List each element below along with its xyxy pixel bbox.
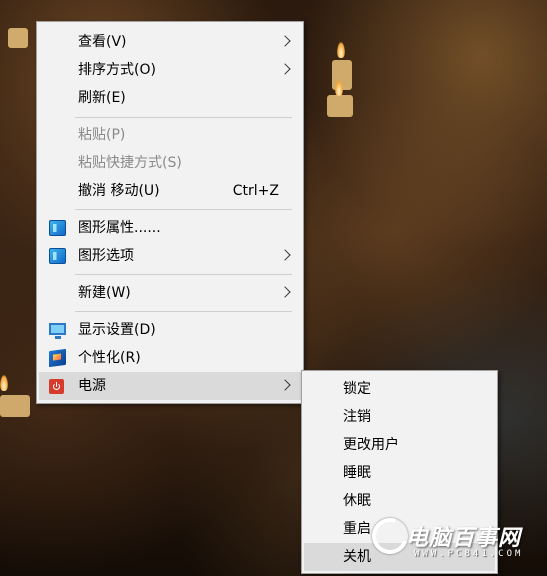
wallpaper-candle — [0, 395, 30, 417]
chevron-right-icon — [279, 379, 291, 391]
submenu-item-label: 注销 — [343, 409, 371, 425]
menu-item-label: 粘贴(P) — [78, 127, 126, 143]
wallpaper-flame — [335, 80, 343, 96]
chevron-right-icon — [279, 35, 291, 47]
menu-item-graphics-properties[interactable]: 图形属性...... — [39, 214, 301, 242]
power-item-sign-out[interactable]: 注销 — [304, 403, 495, 431]
chevron-right-icon — [279, 286, 291, 298]
watermark-url: WWW.PC841.COM — [414, 549, 524, 559]
menu-item-new[interactable]: 新建(W) — [39, 279, 301, 307]
submenu-item-label: 更改用户 — [343, 437, 399, 453]
menu-item-label: 显示设置(D) — [78, 322, 156, 338]
submenu-item-label: 关机 — [343, 549, 371, 565]
wallpaper-flame — [337, 42, 345, 58]
submenu-item-label: 重启 — [343, 521, 371, 537]
watermark-title: 电脑百事网 — [406, 526, 522, 551]
menu-item-graphics-options[interactable]: 图形选项 — [39, 242, 301, 270]
chevron-right-icon — [279, 63, 291, 75]
menu-item-label: 查看(V) — [78, 34, 127, 50]
menu-separator — [75, 311, 292, 312]
menu-item-undo-move[interactable]: 撤消 移动(U) Ctrl+Z — [39, 177, 301, 205]
desktop-context-menu: 查看(V) 排序方式(O) 刷新(E) 粘贴(P) 粘贴快捷方式(S) 撤消 移… — [36, 21, 304, 404]
menu-item-refresh[interactable]: 刷新(E) — [39, 84, 301, 112]
menu-item-label: 电源 — [78, 378, 106, 394]
wallpaper-flame — [0, 375, 8, 391]
menu-item-paste[interactable]: 粘贴(P) — [39, 121, 301, 149]
menu-item-label: 个性化(R) — [78, 350, 141, 366]
menu-item-view[interactable]: 查看(V) — [39, 28, 301, 56]
intel-graphics-icon — [49, 220, 66, 236]
power-item-switch-user[interactable]: 更改用户 — [304, 431, 495, 459]
site-watermark: 电脑百事网 WWW.PC841.COM — [366, 512, 542, 568]
menu-separator — [75, 209, 292, 210]
power-icon — [49, 379, 64, 394]
menu-item-sort-by[interactable]: 排序方式(O) — [39, 56, 301, 84]
menu-item-label: 排序方式(O) — [78, 62, 156, 78]
menu-item-label: 撤消 移动(U) — [78, 183, 160, 199]
wallpaper-candle — [8, 28, 28, 48]
menu-item-accelerator: Ctrl+Z — [232, 183, 279, 199]
display-icon — [49, 323, 66, 339]
menu-item-label: 粘贴快捷方式(S) — [78, 155, 182, 171]
wallpaper-candle — [327, 95, 353, 117]
power-item-sleep[interactable]: 睡眠 — [304, 459, 495, 487]
submenu-item-label: 休眠 — [343, 493, 371, 509]
power-item-hibernate[interactable]: 休眠 — [304, 487, 495, 515]
submenu-item-label: 锁定 — [343, 381, 371, 397]
menu-item-paste-shortcut[interactable]: 粘贴快捷方式(S) — [39, 149, 301, 177]
personalize-icon — [49, 348, 66, 368]
chevron-right-icon — [279, 249, 291, 261]
menu-item-personalize[interactable]: 个性化(R) — [39, 344, 301, 372]
power-item-lock[interactable]: 锁定 — [304, 375, 495, 403]
menu-item-label: 图形属性...... — [78, 220, 161, 236]
menu-item-label: 刷新(E) — [78, 90, 126, 106]
menu-separator — [75, 117, 292, 118]
menu-item-label: 新建(W) — [78, 285, 131, 301]
intel-graphics-icon — [49, 248, 66, 264]
menu-item-label: 图形选项 — [78, 248, 134, 264]
submenu-item-label: 睡眠 — [343, 465, 371, 481]
menu-separator — [75, 274, 292, 275]
menu-item-display-settings[interactable]: 显示设置(D) — [39, 316, 301, 344]
menu-item-power[interactable]: 电源 — [39, 372, 301, 400]
